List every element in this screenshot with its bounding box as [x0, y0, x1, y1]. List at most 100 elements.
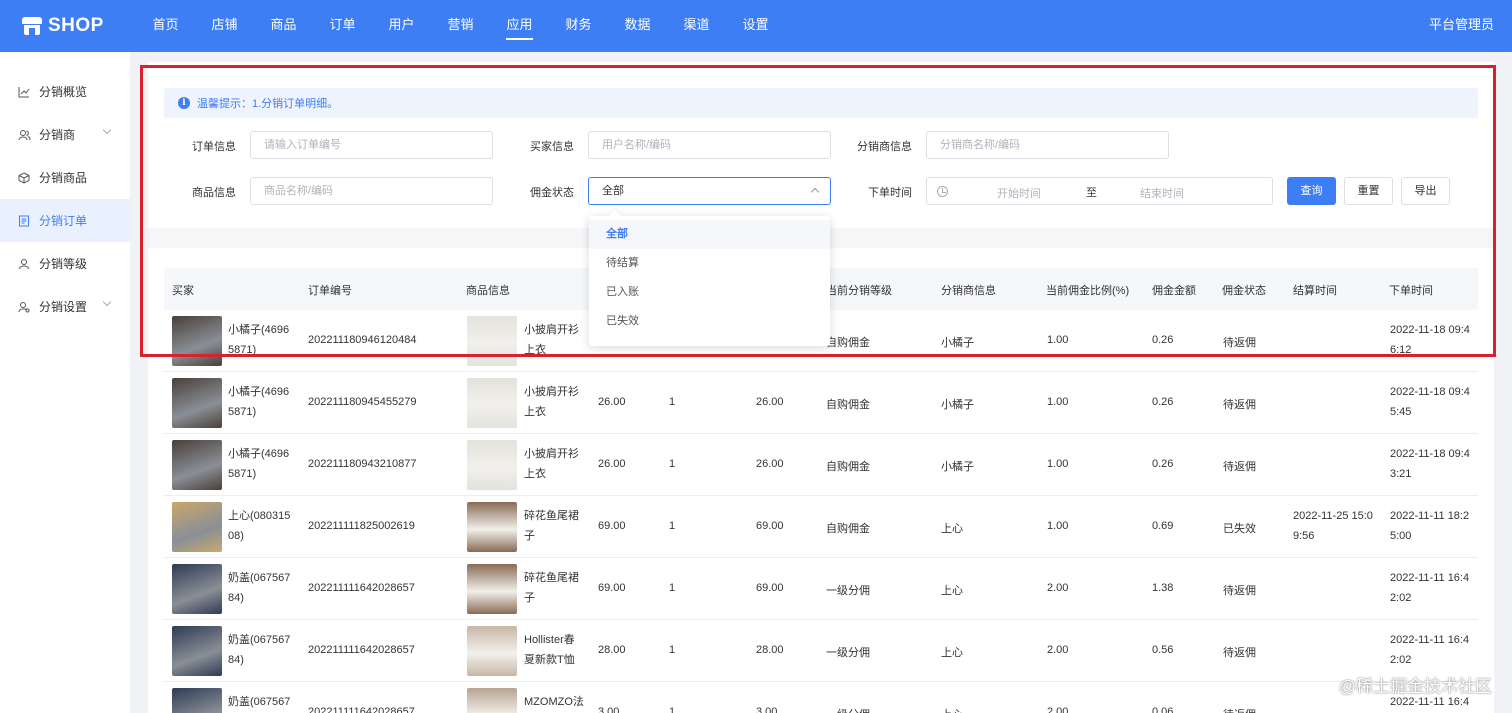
logo-text: SHOP: [48, 15, 104, 36]
order-number: 202211180945455279: [308, 396, 417, 408]
users-icon: [17, 128, 31, 142]
goods-name: MZOMZO法: [524, 692, 584, 712]
commission-amount: 1.38: [1152, 582, 1174, 594]
dropdown-option-all[interactable]: 全部: [589, 220, 830, 249]
distributor-info-input[interactable]: 分销商名称/编码: [926, 131, 1169, 159]
goods-name: 小披肩开衫 上衣: [524, 382, 579, 422]
time-line-1: 2022-11-11 16:4: [1390, 572, 1470, 584]
logo[interactable]: SHOP: [0, 0, 130, 52]
goods-price: 69.00: [598, 582, 626, 594]
order-info-input[interactable]: 请输入订单编号: [250, 131, 493, 159]
sidebar-item-distributors[interactable]: 分销商: [0, 113, 130, 156]
buyer-avatar: [172, 688, 222, 713]
dropdown-option-credited[interactable]: 已入账: [589, 278, 830, 307]
nav-users[interactable]: 用户: [372, 0, 431, 52]
distribution-level: 自购佣金: [826, 461, 870, 473]
goods-price: 26.00: [598, 396, 626, 408]
tip-text: 温馨提示：1.分销订单明细。: [197, 98, 339, 110]
commission-status-select[interactable]: 全部: [588, 177, 831, 205]
buyer-info-input[interactable]: 用户名称/编码: [588, 131, 831, 159]
goods-price: 28.00: [598, 644, 626, 656]
end-time-input[interactable]: 结束时间: [1140, 185, 1184, 201]
sidebar-item-label: 分销概览: [39, 85, 88, 99]
goods-price: 3.00: [598, 706, 620, 713]
distribution-level: 自购佣金: [826, 399, 870, 411]
time-line-2: 5:45: [1390, 406, 1412, 418]
distributor-info-label: 分销商信息: [857, 141, 912, 153]
distributor-name: 上心: [941, 523, 963, 535]
sidebar-item-orders[interactable]: 分销订单: [0, 199, 130, 242]
sidebar-item-overview[interactable]: 分销概览: [0, 70, 130, 113]
buyer-avatar: [172, 316, 222, 366]
commission-amount: 0.26: [1152, 334, 1174, 346]
nav-marketing[interactable]: 营销: [431, 0, 490, 52]
table-row[interactable]: 奶盖(067567 84) 202211111642028657 碎花鱼尾裙 子…: [164, 558, 1478, 620]
commission-amount: 0.56: [1152, 644, 1174, 656]
col-settle-time: 结算时间: [1293, 285, 1337, 297]
table-row[interactable]: 小橘子(4696 5871) 202211180945455279 小披肩开衫 …: [164, 372, 1478, 434]
table-row[interactable]: 上心(080315 08) 202211111825002619 碎花鱼尾裙 子…: [164, 496, 1478, 558]
commission-status: 待返佣: [1223, 337, 1256, 349]
distributor-name: 上心: [941, 647, 963, 659]
order-number: 202211111642028657: [308, 644, 415, 656]
buyer-avatar: [172, 564, 222, 614]
buyer-line-2: 5871): [228, 468, 257, 480]
buyer-line-1: 小橘子(4696: [228, 448, 290, 460]
buyer-line-1: 奶盖(067567: [228, 572, 291, 584]
table-row[interactable]: 小橘子(4696 5871) 202211180943210877 小披肩开衫 …: [164, 434, 1478, 496]
goods-line-1: 小披肩开衫: [524, 324, 579, 336]
goods-info-label: 商品信息: [192, 187, 236, 199]
goods-price: 69.00: [598, 520, 626, 532]
sidebar-item-goods[interactable]: 分销商品: [0, 156, 130, 199]
distributor-name: 小橘子: [941, 337, 974, 349]
col-buyer: 买家: [172, 285, 194, 297]
chart-line-icon: [17, 85, 31, 99]
buyer-avatar: [172, 626, 222, 676]
commission-rate: 2.00: [1047, 582, 1069, 594]
nav-settings[interactable]: 设置: [726, 0, 785, 52]
commission-amount: 0.26: [1152, 396, 1174, 408]
nav-goods[interactable]: 商品: [254, 0, 313, 52]
sidebar-item-label: 分销等级: [39, 257, 88, 271]
reset-button[interactable]: 重置: [1344, 177, 1393, 205]
dropdown-option-expired[interactable]: 已失效: [589, 307, 830, 336]
settle-line-1: 2022-11-25 15:0: [1293, 510, 1373, 522]
sidebar-item-levels[interactable]: 分销等级: [0, 242, 130, 285]
nav-finance[interactable]: 财务: [549, 0, 608, 52]
order-time: 2022-11-18 09:4 5:45: [1390, 382, 1470, 422]
goods-line-2: 上衣: [524, 406, 546, 418]
goods-line-1: 小披肩开衫: [524, 448, 579, 460]
distribution-level: 自购佣金: [826, 523, 870, 535]
sidebar-item-settings[interactable]: 分销设置: [0, 285, 130, 328]
commission-amount: 0.26: [1152, 458, 1174, 470]
buyer-line-1: 奶盖(067567: [228, 696, 291, 708]
query-button[interactable]: 查询: [1287, 177, 1336, 205]
commission-rate: 1.00: [1047, 396, 1069, 408]
goods-info-input[interactable]: 商品名称/编码: [250, 177, 493, 205]
goods-qty: 1: [669, 458, 676, 470]
buyer-line-1: 上心(080315: [228, 510, 291, 522]
table-row[interactable]: 奶盖(067567 84) 202211111642028657 Hollist…: [164, 620, 1478, 682]
dropdown-option-pending[interactable]: 待结算: [589, 249, 830, 278]
order-number: 202211111642028657: [308, 706, 415, 713]
distributor-name: 小橘子: [941, 461, 974, 473]
goods-qty: 1: [669, 644, 676, 656]
goods-line-1: 碎花鱼尾裙: [524, 510, 579, 522]
order-time: 2022-11-18 09:4 3:21: [1390, 444, 1470, 484]
admin-user-menu[interactable]: 平台管理员: [1429, 0, 1494, 50]
start-time-input[interactable]: 开始时间: [997, 185, 1041, 201]
nav-channels[interactable]: 渠道: [667, 0, 726, 52]
col-commission: 佣金金额: [1152, 285, 1196, 297]
nav-store[interactable]: 店铺: [195, 0, 254, 52]
buyer-line-1: 小橘子(4696: [228, 324, 290, 336]
commission-status: 待返佣: [1223, 647, 1256, 659]
table-row[interactable]: 奶盖(067567 202211111642028657 MZOMZO法 3.0…: [164, 682, 1478, 713]
nav-data[interactable]: 数据: [608, 0, 667, 52]
buyer-avatar: [172, 378, 222, 428]
nav-home[interactable]: 首页: [136, 0, 195, 52]
goods-line-2: 子: [524, 592, 535, 604]
order-time-range[interactable]: 开始时间 至 结束时间: [926, 177, 1273, 205]
nav-apps[interactable]: 应用: [490, 0, 549, 52]
nav-orders[interactable]: 订单: [313, 0, 372, 52]
export-button[interactable]: 导出: [1401, 177, 1450, 205]
